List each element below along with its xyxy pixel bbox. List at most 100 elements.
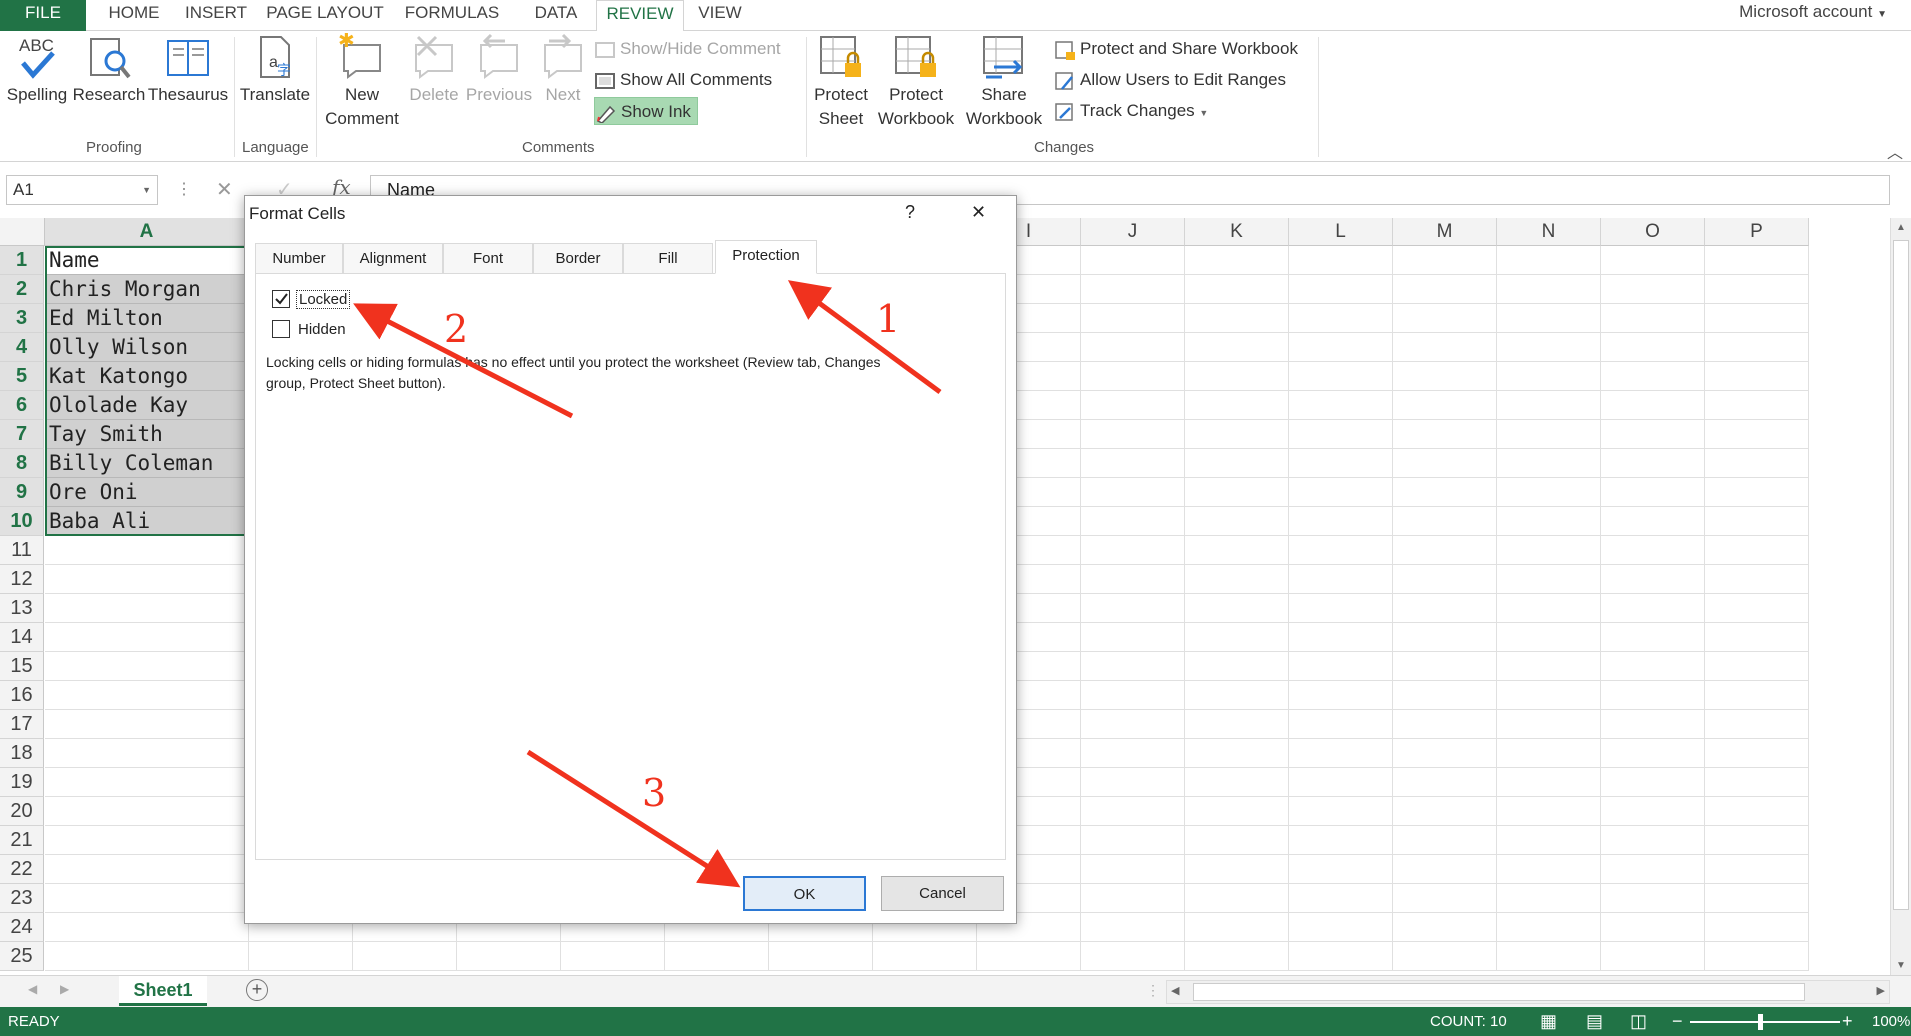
cell[interactable]	[1185, 565, 1289, 594]
cell[interactable]	[1185, 478, 1289, 507]
cell[interactable]	[1601, 565, 1705, 594]
cell[interactable]	[1705, 623, 1809, 652]
cell[interactable]	[1497, 420, 1601, 449]
cell[interactable]	[1497, 710, 1601, 739]
cell[interactable]	[1393, 710, 1497, 739]
cell[interactable]	[1705, 246, 1809, 275]
row-header-13[interactable]: 13	[0, 594, 44, 623]
cell-a21[interactable]	[45, 826, 249, 855]
cell[interactable]	[1081, 391, 1185, 420]
cell-a24[interactable]	[45, 913, 249, 942]
tab-file[interactable]: FILE	[0, 0, 86, 31]
cell[interactable]	[1081, 275, 1185, 304]
cell[interactable]	[1497, 333, 1601, 362]
show-hide-comment-button[interactable]: Show/Hide Comment	[594, 35, 781, 63]
cell[interactable]	[1393, 739, 1497, 768]
tab-protection[interactable]: Protection	[715, 240, 817, 274]
cell[interactable]	[1185, 768, 1289, 797]
cell[interactable]	[1289, 623, 1393, 652]
cell[interactable]	[1289, 565, 1393, 594]
collapse-ribbon-icon[interactable]: ︿	[1887, 139, 1903, 163]
cell[interactable]	[457, 942, 561, 971]
next-comment-button[interactable]: Next	[536, 33, 590, 107]
cell[interactable]	[1705, 449, 1809, 478]
cell[interactable]	[1289, 884, 1393, 913]
cell-a10[interactable]: Baba Ali	[45, 507, 249, 536]
cell[interactable]	[1497, 391, 1601, 420]
cell[interactable]	[1601, 826, 1705, 855]
cell[interactable]	[1081, 246, 1185, 275]
zoom-in-icon[interactable]: +	[1842, 1007, 1853, 1036]
cell[interactable]	[1601, 507, 1705, 536]
cell[interactable]	[249, 942, 353, 971]
cell[interactable]	[1601, 304, 1705, 333]
cell[interactable]	[1601, 913, 1705, 942]
row-header-20[interactable]: 20	[0, 797, 44, 826]
hidden-label[interactable]: Hidden	[298, 321, 346, 338]
cell[interactable]	[1705, 507, 1809, 536]
cell[interactable]	[1393, 275, 1497, 304]
cell[interactable]	[1497, 884, 1601, 913]
cell[interactable]	[1705, 739, 1809, 768]
cell[interactable]	[1393, 391, 1497, 420]
select-all-corner[interactable]	[0, 218, 45, 246]
cell[interactable]	[1705, 652, 1809, 681]
cell[interactable]	[1705, 478, 1809, 507]
cell[interactable]	[1289, 826, 1393, 855]
cell[interactable]	[1705, 826, 1809, 855]
cell[interactable]	[665, 942, 769, 971]
cell[interactable]	[1601, 710, 1705, 739]
cell-a17[interactable]	[45, 710, 249, 739]
cell[interactable]	[1497, 594, 1601, 623]
cell[interactable]	[873, 942, 977, 971]
cell[interactable]	[1601, 623, 1705, 652]
cell[interactable]	[1289, 797, 1393, 826]
cell-a2[interactable]: Chris Morgan	[45, 275, 249, 304]
new-comment-button[interactable]: ✱ New Comment	[320, 33, 404, 131]
more-options-icon[interactable]: ⋮	[176, 179, 192, 199]
cell[interactable]	[1497, 855, 1601, 884]
row-header-9[interactable]: 9	[0, 478, 44, 507]
cell-a8[interactable]: Billy Coleman	[45, 449, 249, 478]
cell[interactable]	[1185, 536, 1289, 565]
research-button[interactable]: Research	[72, 33, 146, 107]
cell[interactable]	[1185, 449, 1289, 478]
column-header-m[interactable]: M	[1393, 218, 1497, 246]
cell[interactable]	[1289, 246, 1393, 275]
cell[interactable]	[1393, 681, 1497, 710]
cell[interactable]	[1601, 275, 1705, 304]
scroll-right-icon[interactable]: ▶	[1877, 984, 1885, 997]
cancel-button[interactable]: Cancel	[881, 876, 1004, 911]
zoom-level[interactable]: 100%	[1872, 1007, 1910, 1036]
tab-font[interactable]: Font	[443, 243, 533, 273]
cell[interactable]	[1497, 652, 1601, 681]
cell[interactable]	[1185, 246, 1289, 275]
cell[interactable]	[1081, 710, 1185, 739]
column-header-k[interactable]: K	[1185, 218, 1289, 246]
cell[interactable]	[1705, 768, 1809, 797]
cell[interactable]	[1185, 826, 1289, 855]
locked-label[interactable]: Locked	[296, 290, 351, 309]
cell[interactable]	[1289, 536, 1393, 565]
cell-a15[interactable]	[45, 652, 249, 681]
normal-view-icon[interactable]: ▦	[1540, 1007, 1557, 1036]
cell[interactable]	[1289, 594, 1393, 623]
horizontal-scroll-thumb[interactable]	[1193, 983, 1805, 1001]
help-button[interactable]: ?	[905, 202, 915, 223]
zoom-slider[interactable]	[1690, 1021, 1840, 1023]
tab-view[interactable]: VIEW	[692, 0, 748, 31]
cell-a6[interactable]: Ololade Kay	[45, 391, 249, 420]
column-header-j[interactable]: J	[1081, 218, 1185, 246]
cell[interactable]	[1289, 391, 1393, 420]
cell[interactable]	[1705, 855, 1809, 884]
cell[interactable]	[1601, 942, 1705, 971]
cell-a18[interactable]	[45, 739, 249, 768]
cell[interactable]	[1601, 420, 1705, 449]
cell[interactable]	[1185, 884, 1289, 913]
protect-workbook-button[interactable]: Protect Workbook	[874, 33, 958, 131]
cell[interactable]	[1393, 797, 1497, 826]
row-header-25[interactable]: 25	[0, 942, 44, 971]
cell[interactable]	[1497, 739, 1601, 768]
scroll-left-icon[interactable]: ◀	[1171, 984, 1179, 997]
column-header-o[interactable]: O	[1601, 218, 1705, 246]
